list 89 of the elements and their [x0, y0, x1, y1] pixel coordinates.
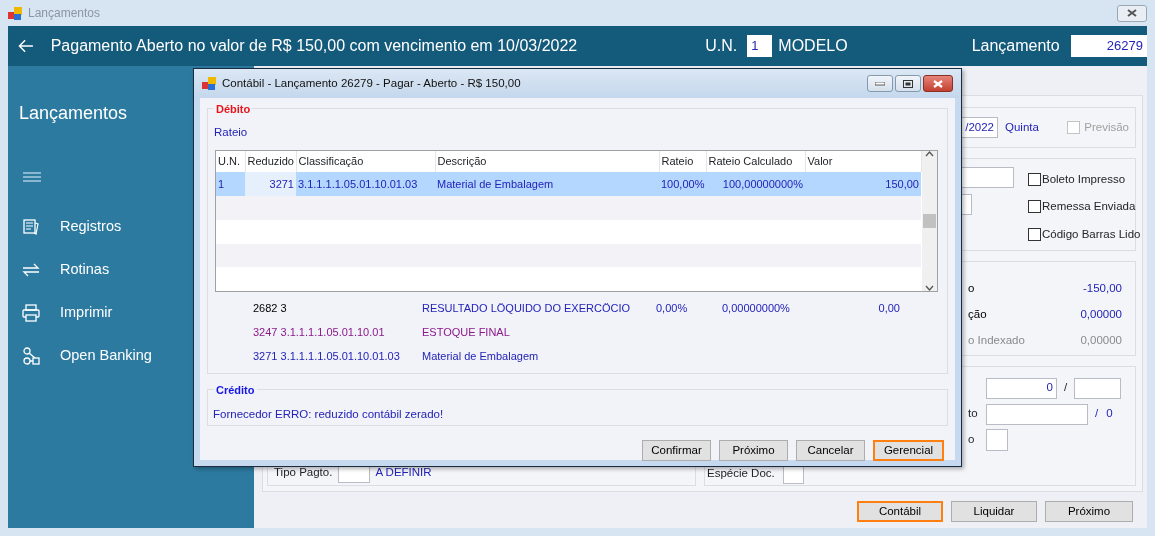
flag-checkbox[interactable] — [1028, 227, 1041, 241]
sidebar-item[interactable]: Imprimir — [19, 291, 254, 334]
percentage: 0,00% — [656, 301, 689, 316]
action-button[interactable]: Liquidar — [951, 501, 1037, 522]
field-label: o — [968, 432, 976, 448]
network-icon — [22, 346, 40, 365]
app-icon — [202, 77, 216, 90]
document-count: 0 — [1106, 406, 1113, 422]
column-header[interactable]: Rateio — [659, 151, 706, 172]
flag-checkbox[interactable] — [1028, 173, 1041, 187]
flag-label: Código Barras Lido — [1042, 226, 1141, 242]
column-header[interactable]: Reduzido — [245, 151, 296, 172]
table-cell: 150,00 — [805, 172, 921, 196]
window-title: Lançamentos — [28, 5, 101, 22]
account-code: 3247 3.1.1.1.1.05.01.10.01 — [253, 325, 386, 340]
account-code: 3271 3.1.1.1.1.05.01.10.01.03 — [253, 349, 401, 364]
account-description: RESULTADO LÖQUIDO DO EXERCÖCIO — [422, 301, 631, 316]
company-name: MODELO — [778, 36, 848, 56]
field-label: Tipo Pagto. — [274, 464, 333, 480]
scroll-up-icon — [924, 151, 934, 158]
account-description: ESTOQUE FINAL — [422, 325, 511, 340]
minimize-icon — [875, 81, 885, 86]
flag-label: Remessa Enviada — [1042, 199, 1136, 215]
installment-field[interactable]: 0 — [986, 377, 1057, 399]
sidebar-item[interactable]: Rotinas — [19, 248, 254, 291]
separator: / — [1064, 380, 1068, 396]
flag-label: Boleto Impresso — [1042, 172, 1126, 187]
sidebar-item[interactable]: Registros — [19, 205, 254, 248]
weekday-label: Quinta — [1005, 119, 1039, 135]
restore-icon — [903, 79, 913, 88]
action-button[interactable]: Próximo — [1045, 501, 1133, 522]
sidebar-item[interactable]: Open Banking — [19, 334, 254, 377]
column-header[interactable]: Valor — [805, 151, 921, 172]
error-message: Fornecedor ERRO: reduzido contábil zerado! — [213, 408, 444, 420]
text-field[interactable] — [986, 429, 1008, 451]
column-header[interactable]: Classificação — [296, 151, 435, 172]
account-description: Material de Embalagem — [422, 349, 540, 364]
table-row[interactable]: 1 3271 3.1.1.1.1.05.01.10.01.03 Material de Embalagem 100,00% 100,00000000% 150,00 — [216, 172, 921, 196]
field-label: Espécie Doc. — [707, 465, 775, 481]
dialog-button[interactable]: Confirmar — [642, 440, 711, 461]
close-icon — [933, 79, 943, 88]
table-cell: 3271 — [245, 172, 296, 196]
percentage: 0,00000000% — [722, 301, 791, 316]
flag-checkbox[interactable] — [1028, 200, 1041, 214]
entry-label: Lançamento — [971, 36, 1060, 56]
close-button[interactable] — [923, 75, 953, 92]
scroll-thumb[interactable] — [922, 214, 936, 229]
total-value: 0,00000 — [1080, 307, 1122, 323]
column-header[interactable]: Rateio Calculado — [706, 151, 805, 172]
scroll-down-icon — [924, 285, 934, 292]
close-button[interactable] — [1117, 4, 1147, 22]
table-cell: 100,00% — [659, 172, 706, 196]
table-cell: 1 — [216, 172, 245, 196]
table-cell: Material de Embalagem — [435, 172, 659, 196]
subtitle: Rateio — [214, 125, 249, 140]
printer-icon — [22, 303, 40, 322]
action-button[interactable]: Contábil — [857, 501, 943, 522]
sidebar-title: Lançamentos — [19, 102, 128, 125]
scrollbar[interactable] — [921, 151, 937, 292]
total-value: 0,00000 — [1080, 333, 1122, 349]
back-arrow-icon[interactable] — [18, 37, 34, 55]
amount: 0,00 — [877, 301, 900, 316]
document-field[interactable] — [986, 403, 1088, 425]
table-cell: 100,00000000% — [706, 172, 805, 196]
document-icon — [22, 217, 40, 236]
total-label: o Indexado — [968, 333, 1025, 349]
un-label: U.N. — [705, 36, 738, 56]
table-cell: 3.1.1.1.1.05.01.10.01.03 — [296, 172, 435, 196]
account-code: 2682 3 — [253, 301, 288, 316]
column-header[interactable]: U.N. — [216, 151, 245, 172]
column-header[interactable]: Descrição — [435, 151, 659, 172]
maximize-button[interactable] — [895, 75, 921, 92]
field-label: to — [968, 406, 979, 422]
payment-type-value: A DEFINIR — [375, 464, 432, 480]
dialog-title: Contábil - Lançamento 26279 - Pagar - Aberto - R$ 150,00 — [222, 75, 521, 91]
dialog-button[interactable]: Próximo — [719, 440, 788, 461]
un-field[interactable]: 1 — [747, 35, 773, 57]
total-label: ção — [968, 307, 987, 323]
app-icon — [8, 6, 22, 20]
entry-field[interactable]: 26279 — [1070, 35, 1147, 57]
forecast-label: Previsão — [1084, 119, 1129, 135]
dialog-button[interactable]: Gerencial — [873, 440, 944, 461]
page-title: Pagamento Aberto no valor de R$ 150,00 com vencimento em 10/03/2022 — [50, 36, 578, 56]
total-installments-field[interactable] — [1074, 377, 1122, 399]
dialog-button[interactable]: Cancelar — [796, 440, 865, 461]
total-label: o — [968, 281, 975, 297]
total-value: -150,00 — [1083, 281, 1122, 297]
close-icon — [1127, 9, 1137, 17]
separator: / — [1095, 406, 1099, 422]
